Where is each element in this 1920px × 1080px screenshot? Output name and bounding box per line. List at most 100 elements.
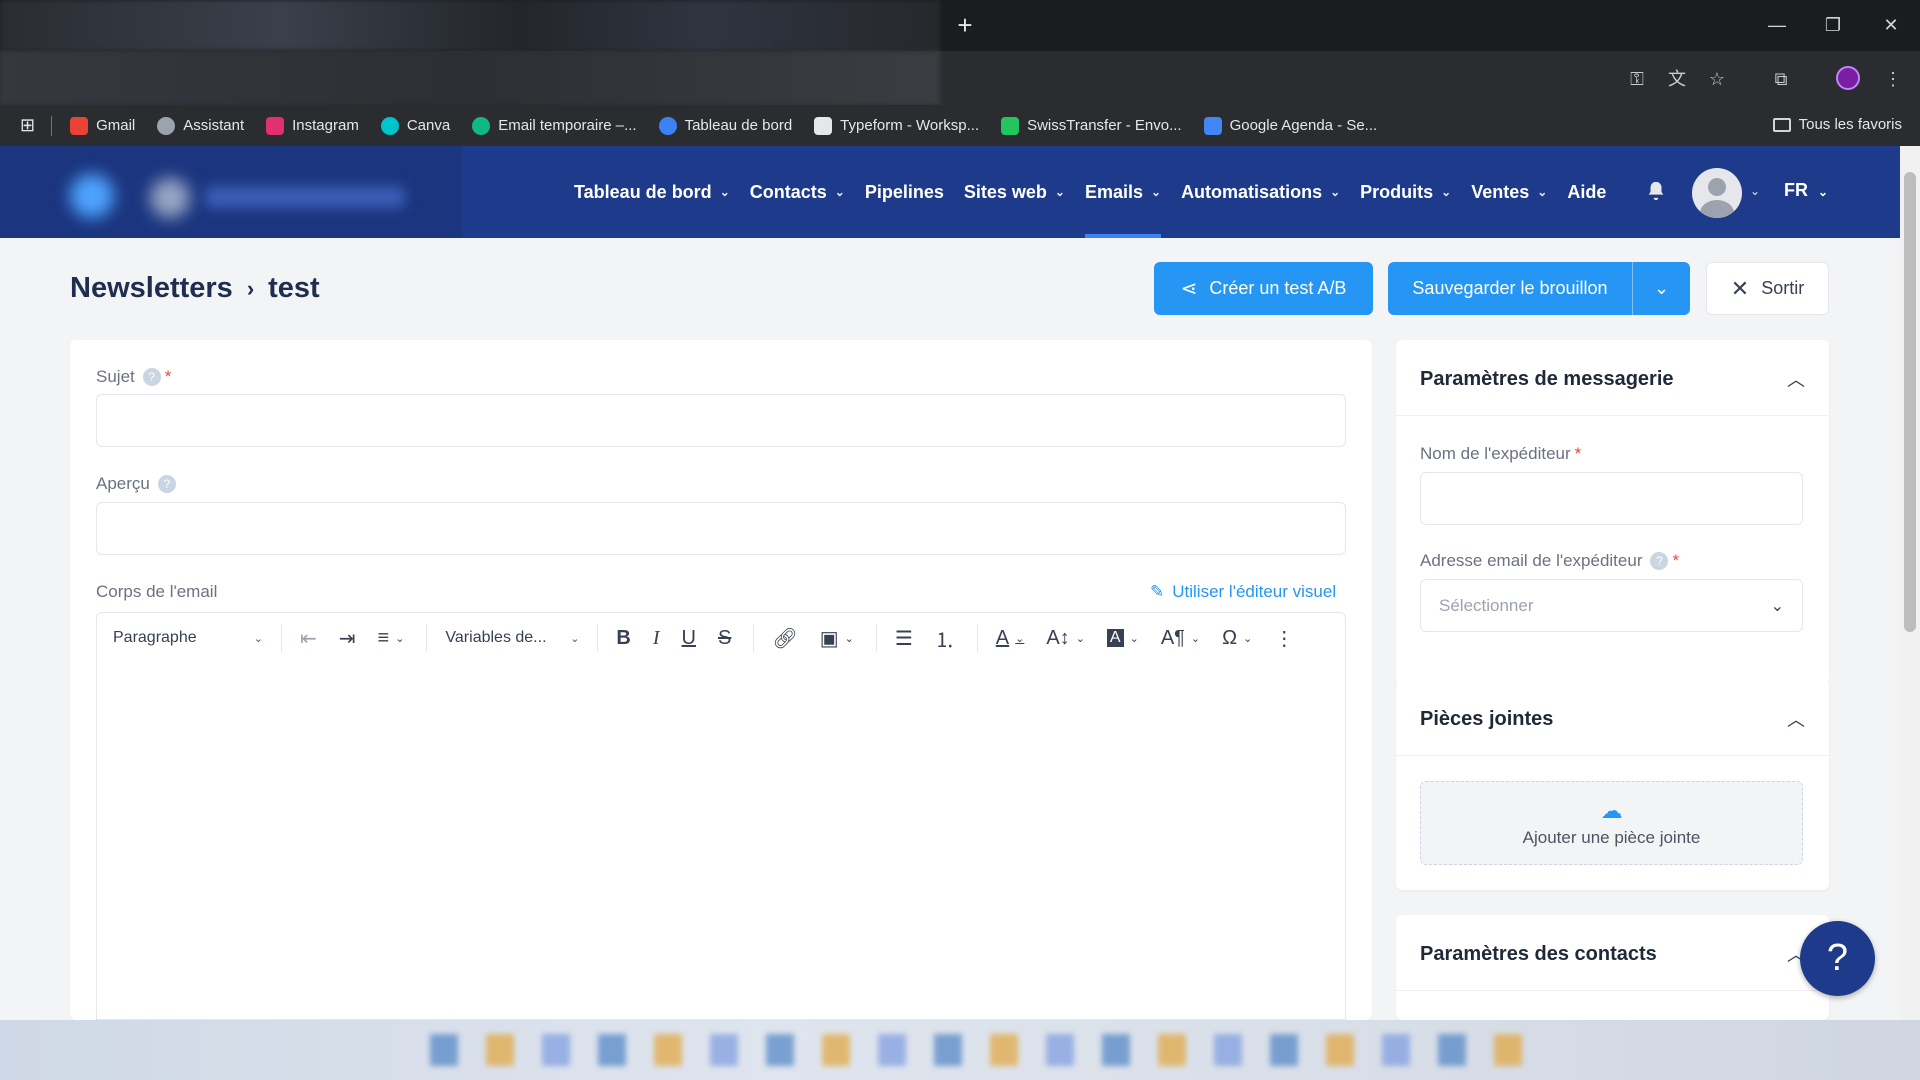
bookmark-label: Tableau de bord [684, 117, 793, 134]
font-size-icon[interactable]: A↕ ⌄ [1046, 627, 1085, 650]
nav-websites[interactable]: Sites web ⌄ [964, 146, 1065, 238]
nav-emails[interactable]: Emails ⌄ [1084, 146, 1162, 238]
paragraph-label: Paragraphe [113, 629, 197, 646]
avatar-body [1700, 200, 1734, 218]
bookmark-instagram[interactable]: Instagram [266, 116, 359, 135]
sender-name-input[interactable] [1420, 472, 1803, 525]
breadcrumb: Newsletters › test [70, 272, 320, 305]
language-selector[interactable]: FR ⌄ [1784, 180, 1828, 201]
chevron-down-icon: ⌄ [1190, 632, 1201, 645]
nav-label: Sites web [963, 181, 1047, 202]
translate-icon[interactable]: 文 [1664, 66, 1690, 92]
variables-select[interactable]: Variables de... ⌄ [445, 629, 579, 647]
chevron-up-icon[interactable]: ︿ [1787, 366, 1805, 392]
logo[interactable] [0, 146, 462, 238]
bookmark-swisstransfer[interactable]: SwissTransfer - Envo... [1001, 116, 1182, 135]
new-tab-button[interactable]: + [950, 10, 980, 40]
bookmark-gmail[interactable]: Gmail [70, 116, 136, 135]
bookmark-label: Instagram [292, 117, 359, 134]
create-ab-test-button[interactable]: ⋖ Créer un test A/B [1154, 262, 1373, 315]
chevron-down-icon: ⌄ [570, 632, 580, 645]
text-color-icon[interactable]: A ⌄ [996, 627, 1025, 650]
help-icon[interactable]: ? [142, 368, 161, 386]
menu-icon[interactable]: ⋮ [1880, 66, 1906, 92]
extensions-icon[interactable]: ⧉ [1768, 66, 1794, 92]
sender-email-label: Adresse email de l'expéditeur ? * [1420, 551, 1679, 571]
preview-input[interactable] [96, 502, 1346, 555]
bookmark-assistant[interactable]: Assistant [157, 116, 245, 135]
visual-editor-link[interactable]: ✎ Utiliser l'éditeur visuel [1150, 582, 1336, 602]
add-attachment-dropzone[interactable]: ☁ Ajouter une pièce jointe [1420, 781, 1803, 865]
toolbar-separator [976, 624, 978, 652]
bookmark-dashboard[interactable]: Tableau de bord [658, 116, 793, 135]
bullet-list-icon[interactable]: ☰ [895, 626, 913, 651]
nav-automations[interactable]: Automatisations ⌄ [1181, 146, 1340, 238]
indent-icon[interactable]: ⇥ [339, 626, 356, 651]
bookmark-typeform[interactable]: Typeform - Worksp... [814, 116, 979, 135]
help-icon[interactable]: ? [157, 475, 176, 493]
link-icon[interactable]: 🔗︎ [772, 626, 797, 651]
highlight-icon[interactable]: A ⌄ [1106, 629, 1139, 647]
more-options-icon[interactable]: ⋮ [1274, 626, 1294, 651]
sender-email-label-text: Adresse email de l'expéditeur [1420, 551, 1643, 570]
italic-icon[interactable]: I [653, 627, 660, 650]
bookmark-google-agenda[interactable]: Google Agenda - Se... [1203, 116, 1377, 135]
logo-blur [205, 186, 405, 208]
help-chat-button[interactable]: ? [1800, 921, 1875, 996]
align-icon[interactable]: ≡ ⌄ [378, 627, 405, 650]
nav-contacts[interactable]: Contacts ⌄ [750, 146, 845, 238]
save-options-dropdown[interactable]: ⌄ [1632, 262, 1690, 315]
text-format-icon[interactable]: A¶ ⌄ [1161, 627, 1200, 650]
avatar-head [1708, 178, 1726, 196]
star-icon[interactable]: ☆ [1704, 66, 1730, 92]
bookmark-label: Gmail [96, 117, 136, 134]
nav-pipelines[interactable]: Pipelines [865, 146, 944, 238]
underline-icon[interactable]: U [682, 627, 696, 650]
help-icon[interactable]: ? [1650, 552, 1669, 570]
attachments-card: Pièces jointes ︿ ☁ Ajouter une pièce joi… [1396, 680, 1829, 890]
strikethrough-icon[interactable]: S [718, 627, 731, 650]
bookmark-label: Assistant [183, 117, 245, 134]
nav-help[interactable]: Aide [1567, 146, 1606, 238]
exit-button[interactable]: ✕ Sortir [1706, 262, 1829, 315]
sender-email-select[interactable]: Sélectionner ⌄ [1420, 579, 1803, 632]
contacts-settings-title: Paramètres des contacts [1420, 943, 1657, 965]
paragraph-select[interactable]: Paragraphe ⌄ [113, 629, 263, 647]
chevron-down-icon: ⌄ [1330, 185, 1341, 199]
profile-icon[interactable] [1836, 66, 1860, 90]
restore-button[interactable]: ❐ [1818, 12, 1848, 38]
chevron-up-icon[interactable]: ︿ [1787, 706, 1805, 732]
numbered-list-icon[interactable]: ⒈ [935, 624, 955, 653]
save-draft-button[interactable]: Sauvegarder le brouillon [1388, 262, 1632, 315]
taskbar-icons[interactable] [430, 1034, 1530, 1066]
breadcrumb-parent[interactable]: Newsletters [70, 272, 233, 305]
bookmark-email-temp[interactable]: Email temporaire –... [472, 116, 637, 135]
email-body-editor[interactable] [96, 663, 1346, 1020]
scrollbar-thumb[interactable] [1904, 172, 1916, 632]
nav-sales[interactable]: Ventes ⌄ [1471, 146, 1547, 238]
blurred-omnibox[interactable] [0, 51, 940, 105]
bookmark-canva[interactable]: Canva [380, 116, 450, 135]
apps-icon[interactable]: ⊞ [20, 115, 35, 136]
image-icon[interactable]: ▣ ⌄ [820, 626, 854, 651]
preview-label: Aperçu ? [96, 474, 176, 494]
required-mark: * [164, 367, 172, 386]
all-bookmarks[interactable]: Tous les favoris [1772, 116, 1902, 133]
chevron-down-icon: ⌄ [1151, 185, 1162, 199]
outdent-icon[interactable]: ⇤ [300, 626, 317, 651]
avatar[interactable] [1692, 168, 1742, 218]
chevron-down-icon[interactable]: ⌄ [1750, 184, 1760, 198]
subject-input[interactable] [96, 394, 1346, 447]
nav-dashboard[interactable]: Tableau de bord ⌄ [574, 146, 730, 238]
special-char-icon[interactable]: Ω ⌄ [1222, 627, 1252, 650]
bell-icon[interactable] [1645, 179, 1667, 203]
subject-label-text: Sujet [96, 367, 135, 386]
nav-products[interactable]: Produits ⌄ [1360, 146, 1451, 238]
bold-icon[interactable]: B [616, 627, 630, 650]
close-window-button[interactable]: ✕ [1876, 12, 1906, 38]
attachments-title: Pièces jointes [1420, 708, 1554, 730]
body-label-text: Corps de l'email [96, 582, 218, 601]
minimize-button[interactable]: — [1762, 12, 1792, 38]
key-icon[interactable]: ⚿ [1624, 66, 1650, 92]
nav-label: Contacts [749, 181, 827, 202]
